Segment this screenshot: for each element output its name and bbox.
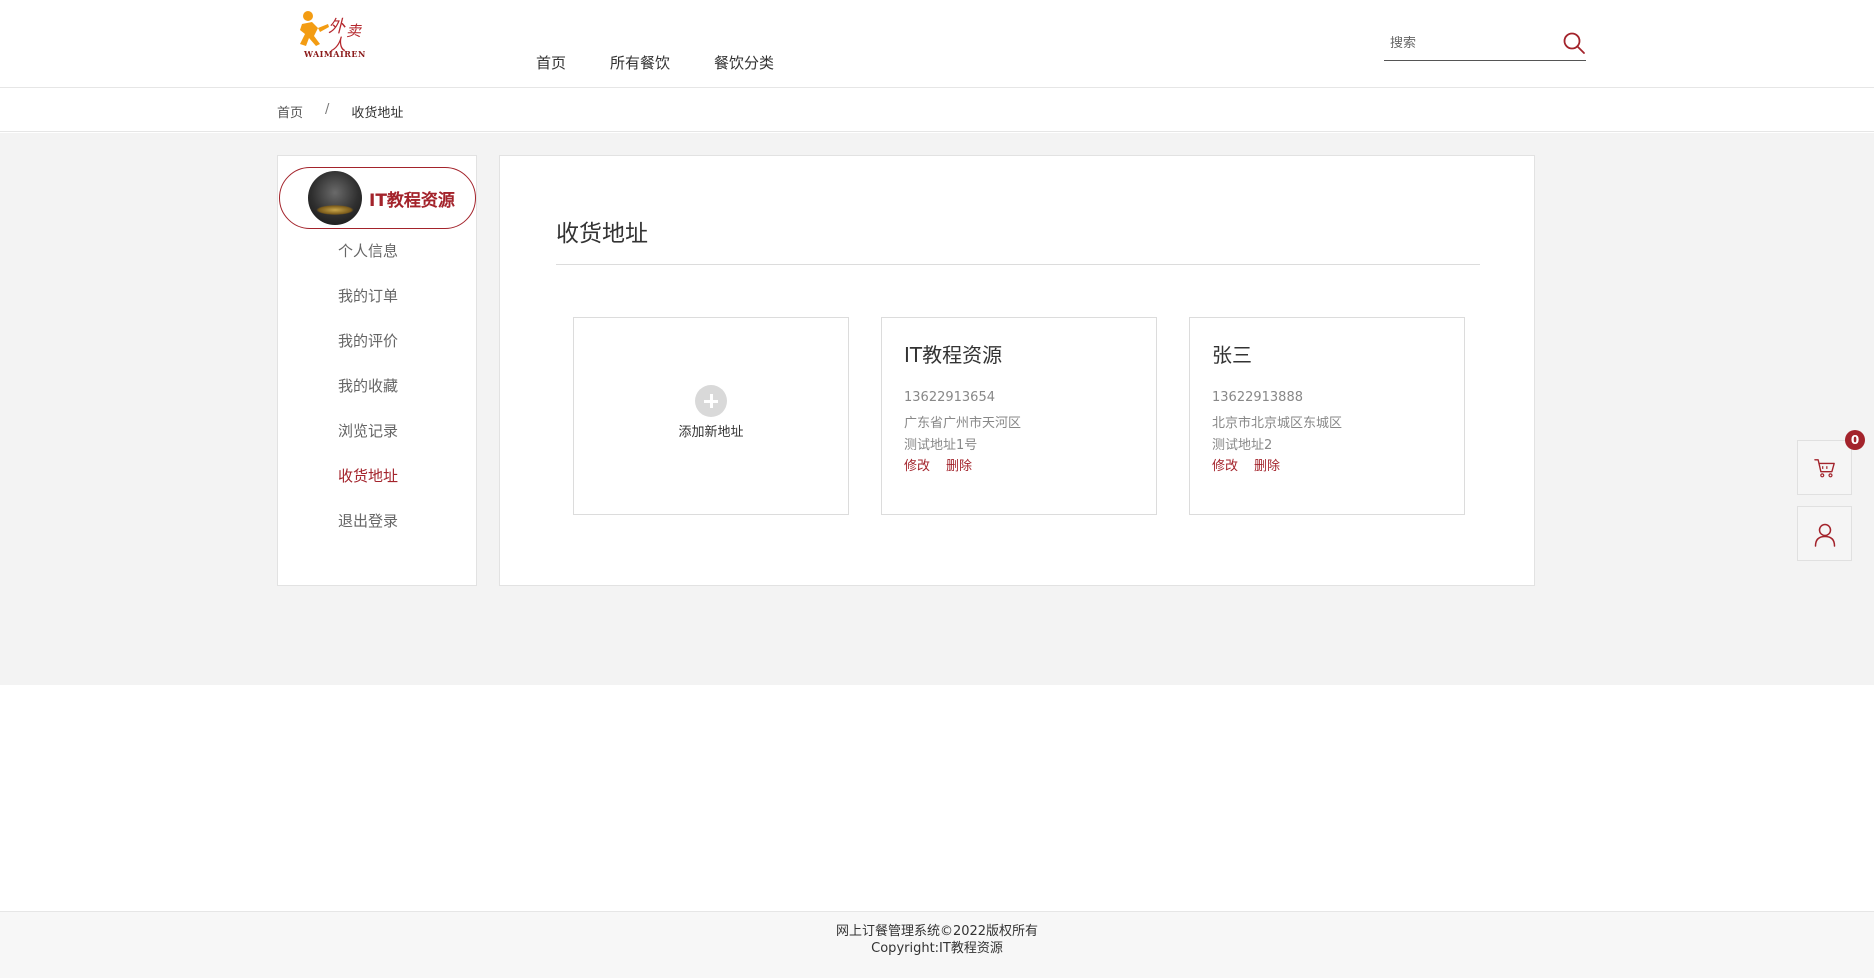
address-region: 广东省广州市天河区 bbox=[904, 416, 1022, 431]
sidebar-item-reviews[interactable]: 我的评价 bbox=[278, 332, 476, 377]
address-recipient: IT教程资源 bbox=[904, 343, 1003, 367]
user-icon bbox=[1814, 523, 1836, 547]
edit-address-button[interactable]: 修改 bbox=[1212, 455, 1238, 474]
sidebar-item-history[interactable]: 浏览记录 bbox=[278, 422, 476, 467]
delete-address-button[interactable]: 删除 bbox=[1254, 455, 1280, 474]
sidebar-item-addresses[interactable]: 收货地址 bbox=[278, 467, 476, 512]
site-header: 外 卖 人 WAIMAIREN 首页 所有餐饮 餐饮分类 bbox=[0, 0, 1874, 88]
address-card: IT教程资源 13622913654 广东省广州市天河区 测试地址1号 修改 删… bbox=[881, 317, 1157, 515]
address-actions: 修改 删除 bbox=[1212, 455, 1280, 474]
address-panel: 收货地址 添加新地址 IT教程资源 13622913654 广东省广州市天河区 … bbox=[499, 155, 1535, 586]
address-phone: 13622913654 bbox=[904, 390, 995, 405]
avatar bbox=[308, 171, 362, 225]
svg-text:外: 外 bbox=[328, 17, 346, 37]
breadcrumb-bar: 首页 / 收货地址 bbox=[0, 88, 1874, 132]
svg-text:卖: 卖 bbox=[346, 22, 363, 40]
footer-credit: Copyright:IT教程资源 bbox=[871, 941, 1003, 956]
site-footer: 网上订餐管理系统©2022版权所有 Copyright:IT教程资源 bbox=[0, 911, 1874, 978]
address-actions: 修改 删除 bbox=[904, 455, 972, 474]
cart-icon bbox=[1814, 459, 1835, 478]
footer-copyright: 网上订餐管理系统©2022版权所有 bbox=[835, 924, 1039, 939]
breadcrumb: 首页 / 收货地址 bbox=[277, 102, 403, 121]
plus-icon bbox=[695, 385, 727, 417]
sidebar-item-orders[interactable]: 我的订单 bbox=[278, 287, 476, 332]
username: IT教程资源 bbox=[369, 190, 455, 211]
sidebar-item-logout[interactable]: 退出登录 bbox=[278, 512, 476, 557]
delete-address-button[interactable]: 删除 bbox=[946, 455, 972, 474]
address-detail: 测试地址1号 bbox=[904, 438, 978, 453]
breadcrumb-separator: / bbox=[325, 102, 330, 117]
title-divider bbox=[556, 264, 1480, 265]
nav-categories[interactable]: 餐饮分类 bbox=[714, 52, 774, 73]
user-button[interactable] bbox=[1797, 506, 1852, 561]
nav-home[interactable]: 首页 bbox=[536, 52, 566, 73]
user-profile-pill[interactable]: IT教程资源 bbox=[279, 167, 476, 229]
page-title: 收货地址 bbox=[556, 221, 648, 247]
logo-subtitle: WAIMAIREN bbox=[304, 49, 366, 59]
sidebar-menu: 个人信息 我的订单 我的评价 我的收藏 浏览记录 收货地址 退出登录 bbox=[278, 242, 476, 557]
cart-button[interactable]: 0 bbox=[1797, 430, 1865, 495]
breadcrumb-current: 收货地址 bbox=[351, 106, 404, 121]
search-icon[interactable] bbox=[1562, 31, 1586, 55]
add-address-card[interactable]: 添加新地址 bbox=[573, 317, 849, 515]
cart-count-badge: 0 bbox=[1845, 430, 1865, 450]
sidebar-item-profile[interactable]: 个人信息 bbox=[278, 242, 476, 287]
breadcrumb-home[interactable]: 首页 bbox=[277, 102, 303, 121]
main-nav: 首页 所有餐饮 餐饮分类 bbox=[536, 52, 774, 73]
address-region: 北京市北京城区东城区 bbox=[1212, 416, 1343, 431]
address-phone: 13622913888 bbox=[1212, 390, 1303, 405]
user-sidebar: IT教程资源 个人信息 我的订单 我的评价 我的收藏 浏览记录 收货地址 退出登… bbox=[277, 155, 477, 586]
nav-all-restaurants[interactable]: 所有餐饮 bbox=[610, 52, 670, 73]
address-card: 张三 13622913888 北京市北京城区东城区 测试地址2 修改 删除 bbox=[1189, 317, 1465, 515]
address-recipient: 张三 bbox=[1212, 343, 1252, 367]
search-input[interactable] bbox=[1390, 36, 1550, 51]
search-box bbox=[1384, 28, 1586, 61]
sidebar-item-favorites[interactable]: 我的收藏 bbox=[278, 377, 476, 422]
edit-address-button[interactable]: 修改 bbox=[904, 455, 930, 474]
address-detail: 测试地址2 bbox=[1212, 438, 1273, 453]
add-address-label: 添加新地址 bbox=[678, 425, 744, 440]
